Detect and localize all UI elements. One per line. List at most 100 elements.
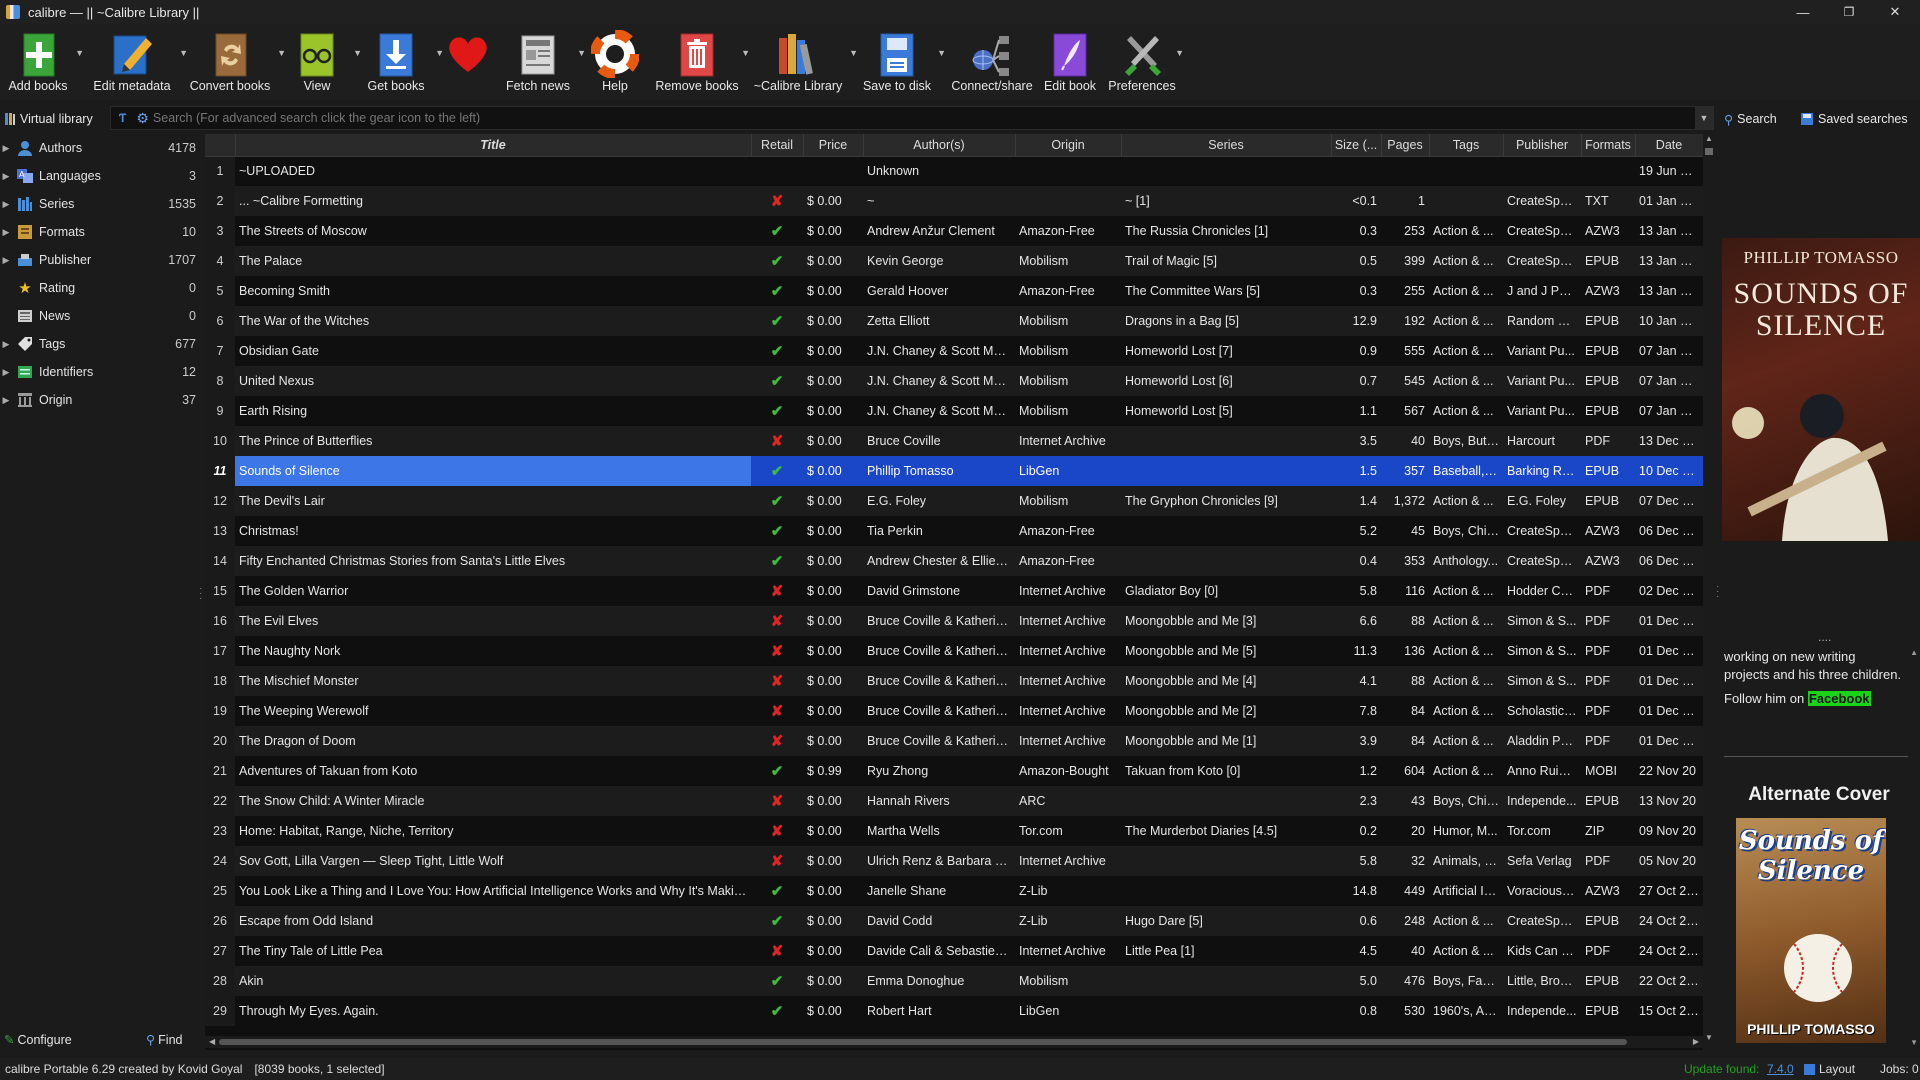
- sidebar-item-origin[interactable]: ▶ Origin 37: [0, 386, 200, 414]
- book-cover[interactable]: PHILLIP TOMASSO SOUNDS OF SILENCE: [1722, 238, 1920, 541]
- cell-tags[interactable]: Boys, Fami...: [1429, 966, 1503, 996]
- cell-pages[interactable]: 1: [1381, 186, 1429, 216]
- sidebar-item-news[interactable]: News 0: [0, 302, 200, 330]
- cell-date[interactable]: 01 Jan 202: [1635, 186, 1703, 216]
- cell-date[interactable]: 02 Dec 202: [1635, 576, 1703, 606]
- cell-title[interactable]: The Snow Child: A Winter Miracle: [235, 786, 751, 816]
- column-header-formats[interactable]: Formats: [1581, 134, 1636, 157]
- cell-tags[interactable]: Action & ...: [1429, 306, 1503, 336]
- cell-title[interactable]: ... ~Calibre Formetting: [235, 186, 751, 216]
- cell-size[interactable]: 1.5: [1331, 456, 1381, 486]
- row-number[interactable]: 9: [205, 396, 235, 426]
- row-number[interactable]: 1: [205, 156, 235, 186]
- cell-title[interactable]: The Tiny Tale of Little Pea: [235, 936, 751, 966]
- cell-publisher[interactable]: Hodder Ch...: [1503, 576, 1581, 606]
- cell-size[interactable]: 4.1: [1331, 666, 1381, 696]
- cell-series[interactable]: [1121, 546, 1331, 576]
- cell-tags[interactable]: Action & ...: [1429, 636, 1503, 666]
- cell-price[interactable]: $ 0.00: [803, 366, 863, 396]
- sidebar-item-languages[interactable]: ▶ A Languages 3: [0, 162, 200, 190]
- view-button[interactable]: View ▼: [280, 24, 362, 100]
- table-row[interactable]: 3 The Streets of Moscow ✔ $ 0.00 Andrew Anžu…: [205, 216, 1703, 246]
- cell-title[interactable]: United Nexus: [235, 366, 751, 396]
- row-number[interactable]: 25: [205, 876, 235, 906]
- sidebar-item-formats[interactable]: ▶ Formats 10: [0, 218, 200, 246]
- cell-formats[interactable]: EPUB: [1581, 456, 1635, 486]
- cell-retail[interactable]: ✔: [751, 546, 803, 576]
- expand-arrow-icon[interactable]: ▶: [0, 339, 12, 350]
- splitter-handle[interactable]: · · ·: [1716, 582, 1719, 602]
- cell-origin[interactable]: Internet Archive: [1015, 666, 1121, 696]
- table-row[interactable]: 20 The Dragon of Doom ✘ $ 0.00 Bruce Coville…: [205, 726, 1703, 756]
- row-number[interactable]: 12: [205, 486, 235, 516]
- column-header-price[interactable]: Price: [803, 134, 864, 157]
- cell-size[interactable]: 0.6: [1331, 906, 1381, 936]
- cell-retail[interactable]: ✘: [751, 186, 803, 216]
- cell-author[interactable]: Andrew Anžur Clement: [863, 216, 1015, 246]
- donate-heart-button[interactable]: [440, 24, 496, 100]
- cell-publisher[interactable]: Anno Ruini...: [1503, 756, 1581, 786]
- sidebar-item-authors[interactable]: ▶ Authors 4178: [0, 134, 200, 162]
- cell-pages[interactable]: 32: [1381, 846, 1429, 876]
- cell-series[interactable]: Homeworld Lost [7]: [1121, 336, 1331, 366]
- cell-price[interactable]: $ 0.99: [803, 756, 863, 786]
- cell-size[interactable]: 5.0: [1331, 966, 1381, 996]
- cell-series[interactable]: [1121, 456, 1331, 486]
- cell-retail[interactable]: ✘: [751, 936, 803, 966]
- cell-formats[interactable]: EPUB: [1581, 966, 1635, 996]
- table-row[interactable]: 23 Home: Habitat, Range, Niche, Territory…: [205, 816, 1703, 846]
- cell-origin[interactable]: Mobilism: [1015, 366, 1121, 396]
- cell-publisher[interactable]: Independe...: [1503, 996, 1581, 1026]
- table-row[interactable]: 25 You Look Like a Thing and I Love You: …: [205, 876, 1703, 906]
- expand-arrow-icon[interactable]: ▶: [0, 199, 12, 210]
- row-number[interactable]: 13: [205, 516, 235, 546]
- cell-author[interactable]: ~: [863, 186, 1015, 216]
- table-row[interactable]: 24 Sov Gott, Lilla Vargen — Sleep Tight, …: [205, 846, 1703, 876]
- cell-origin[interactable]: ARC: [1015, 786, 1121, 816]
- cell-size[interactable]: 2.3: [1331, 786, 1381, 816]
- maximize-button[interactable]: ❐: [1826, 0, 1872, 24]
- cell-formats[interactable]: EPUB: [1581, 336, 1635, 366]
- cell-size[interactable]: 7.8: [1331, 696, 1381, 726]
- cell-date[interactable]: 01 Dec 202: [1635, 666, 1703, 696]
- cell-tags[interactable]: Action & ...: [1429, 276, 1503, 306]
- cell-series[interactable]: [1121, 966, 1331, 996]
- cell-retail[interactable]: ✔: [751, 966, 803, 996]
- sidebar-item-rating[interactable]: ★ Rating 0: [0, 274, 200, 302]
- cell-size[interactable]: 5.8: [1331, 846, 1381, 876]
- cell-origin[interactable]: Internet Archive: [1015, 846, 1121, 876]
- cell-series[interactable]: [1121, 156, 1331, 186]
- cell-title[interactable]: The Golden Warrior: [235, 576, 751, 606]
- cell-author[interactable]: J.N. Chaney & Scott Moon: [863, 396, 1015, 426]
- table-row[interactable]: 29 Through My Eyes. Again. ✔ $ 0.00 Robert H…: [205, 996, 1703, 1026]
- cell-formats[interactable]: PDF: [1581, 426, 1635, 456]
- cell-pages[interactable]: 84: [1381, 696, 1429, 726]
- cell-series[interactable]: Gladiator Boy [0]: [1121, 576, 1331, 606]
- cell-tags[interactable]: Action & ...: [1429, 486, 1503, 516]
- row-number[interactable]: 28: [205, 966, 235, 996]
- cell-formats[interactable]: PDF: [1581, 936, 1635, 966]
- cell-retail[interactable]: ✔: [751, 486, 803, 516]
- cell-title[interactable]: Fifty Enchanted Christmas Stories from S…: [235, 546, 751, 576]
- cell-publisher[interactable]: CreateSpac...: [1503, 216, 1581, 246]
- fetch-news-button[interactable]: Fetch news ▼: [498, 24, 586, 100]
- saved-searches-button[interactable]: Saved searches: [1800, 108, 1908, 130]
- table-row[interactable]: 7 Obsidian Gate ✔ $ 0.00 J.N. Chaney & Scott…: [205, 336, 1703, 366]
- cell-author[interactable]: J.N. Chaney & Scott Moon: [863, 366, 1015, 396]
- table-row[interactable]: 8 United Nexus ✔ $ 0.00 J.N. Chaney & Scott …: [205, 366, 1703, 396]
- chevron-down-icon[interactable]: ▼: [1175, 48, 1184, 58]
- cell-retail[interactable]: ✔: [751, 216, 803, 246]
- cell-series[interactable]: Moongobble and Me [1]: [1121, 726, 1331, 756]
- cell-pages[interactable]: 449: [1381, 876, 1429, 906]
- scroll-up-arrow[interactable]: ▲: [1910, 648, 1918, 657]
- cell-series[interactable]: [1121, 426, 1331, 456]
- cell-formats[interactable]: PDF: [1581, 576, 1635, 606]
- cell-series[interactable]: The Murderbot Diaries [4.5]: [1121, 816, 1331, 846]
- cell-price[interactable]: $ 0.00: [803, 696, 863, 726]
- layout-button[interactable]: Layout: [1804, 1062, 1855, 1076]
- cell-tags[interactable]: [1429, 156, 1503, 186]
- cell-date[interactable]: 22 Nov 20: [1635, 756, 1703, 786]
- expand-arrow-icon[interactable]: ▶: [0, 143, 12, 154]
- cell-pages[interactable]: 20: [1381, 816, 1429, 846]
- cell-date[interactable]: 07 Jan 202: [1635, 336, 1703, 366]
